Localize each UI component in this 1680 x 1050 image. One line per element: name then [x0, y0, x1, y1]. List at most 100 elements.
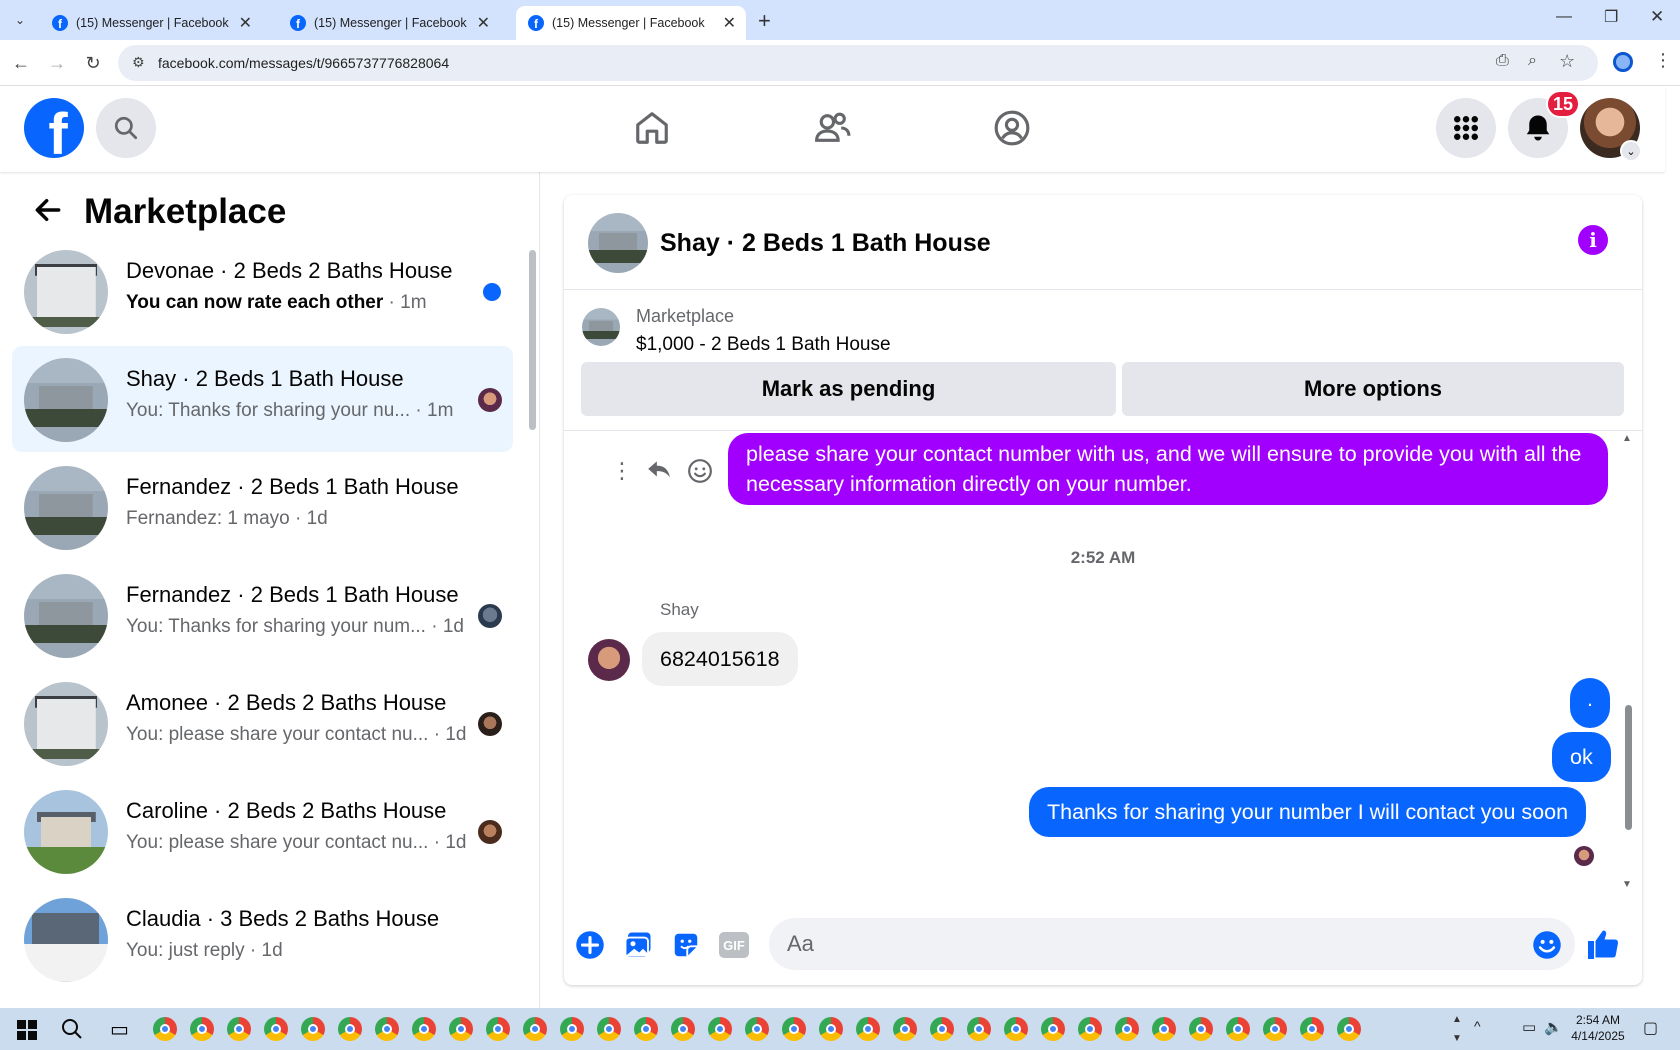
chrome-taskbar-icon[interactable] [893, 1017, 917, 1041]
start-icon[interactable] [17, 1020, 37, 1040]
message-input[interactable] [769, 918, 1575, 970]
mark-as-pending-button[interactable]: Mark as pending [581, 362, 1116, 416]
sidebar-scrollbar[interactable] [529, 250, 536, 430]
install-icon[interactable]: ⎙ [1496, 52, 1509, 70]
tab-search-icon[interactable]: ⌄ [8, 8, 32, 32]
chrome-taskbar-icon[interactable] [523, 1017, 547, 1041]
chrome-taskbar-icon[interactable] [782, 1017, 806, 1041]
conversation-item[interactable]: Caroline · 2 Beds 2 Baths House You: ple… [12, 778, 513, 884]
chrome-taskbar-icon[interactable] [153, 1017, 177, 1041]
conversation-item[interactable]: Amonee · 2 Beds 2 Baths House You: pleas… [12, 670, 513, 776]
plus-icon[interactable] [575, 930, 605, 960]
chrome-taskbar-icon[interactable] [1041, 1017, 1065, 1041]
chrome-taskbar-icon[interactable] [819, 1017, 843, 1041]
forward-icon[interactable]: → [44, 50, 70, 76]
tray-network-icon[interactable]: ▭ [1522, 1018, 1536, 1036]
chrome-taskbar-icon[interactable] [1300, 1017, 1324, 1041]
browser-menu-icon[interactable]: ⋮ [1654, 50, 1672, 71]
chrome-taskbar-icon[interactable] [375, 1017, 399, 1041]
more-actions-icon[interactable]: ⋮ [611, 458, 633, 484]
account-chevron-icon[interactable]: ⌄ [1620, 140, 1642, 162]
message-bubble-outgoing[interactable]: Thanks for sharing your number I will co… [1029, 787, 1587, 837]
chrome-taskbar-icon[interactable] [1189, 1017, 1213, 1041]
chat-title[interactable]: Shay · 2 Beds 1 Bath House [660, 229, 991, 258]
site-info-icon[interactable]: ⚙ [132, 54, 145, 71]
chrome-taskbar-icon[interactable] [1226, 1017, 1250, 1041]
photo-icon[interactable] [623, 930, 653, 960]
chrome-taskbar-icon[interactable] [1004, 1017, 1028, 1041]
close-window-icon[interactable]: ✕ [1650, 7, 1664, 27]
chrome-taskbar-icon[interactable] [560, 1017, 584, 1041]
maximize-icon[interactable]: ❐ [1604, 7, 1618, 27]
reply-icon[interactable] [646, 458, 672, 487]
chrome-taskbar-icon[interactable] [671, 1017, 695, 1041]
chrome-taskbar-icon[interactable] [930, 1017, 954, 1041]
scroll-down-arrow-icon[interactable]: ▼ [1622, 879, 1632, 890]
taskbar-search-icon[interactable] [60, 1017, 84, 1046]
browser-tab-3[interactable]: f (15) Messenger | Facebook ✕ [516, 6, 746, 40]
browser-tab-1[interactable]: f (15) Messenger | Facebook ✕ [40, 6, 262, 40]
chrome-taskbar-icon[interactable] [338, 1017, 362, 1041]
info-icon[interactable]: i [1578, 225, 1608, 255]
profile-extension-icon[interactable] [1613, 52, 1633, 72]
conversation-item[interactable]: Devonae · 2 Beds 2 Baths House You can n… [12, 238, 513, 344]
chrome-taskbar-icon[interactable] [634, 1017, 658, 1041]
chrome-taskbar-icon[interactable] [486, 1017, 510, 1041]
chrome-taskbar-icon[interactable] [449, 1017, 473, 1041]
friends-nav[interactable] [802, 100, 862, 156]
notification-center-icon[interactable]: ▢ [1643, 1018, 1658, 1038]
sender-avatar[interactable] [588, 639, 630, 681]
react-icon[interactable] [687, 458, 713, 489]
chrome-taskbar-icon[interactable] [301, 1017, 325, 1041]
tab-close-icon[interactable]: ✕ [239, 13, 252, 33]
chrome-taskbar-icon[interactable] [190, 1017, 214, 1041]
tab-close-icon[interactable]: ✕ [477, 13, 490, 33]
tray-volume-icon[interactable]: 🔈 [1544, 1018, 1563, 1036]
chrome-taskbar-icon[interactable] [1115, 1017, 1139, 1041]
conversation-item[interactable]: Fernandez · 2 Beds 1 Bath House Fernande… [12, 454, 513, 560]
chrome-taskbar-icon[interactable] [745, 1017, 769, 1041]
message-bubble-incoming[interactable]: 6824015618 [642, 632, 798, 686]
zoom-icon[interactable]: ⌕ [1528, 52, 1537, 70]
gif-icon[interactable]: GIF [719, 930, 749, 960]
home-nav[interactable] [622, 100, 682, 156]
conversation-item[interactable]: Claudia · 3 Beds 2 Baths House You: just… [12, 886, 513, 992]
chrome-taskbar-icon[interactable] [1078, 1017, 1102, 1041]
conversation-item[interactable]: Fernandez · 2 Beds 1 Bath House You: Tha… [12, 562, 513, 668]
chrome-taskbar-icon[interactable] [412, 1017, 436, 1041]
facebook-logo-icon[interactable]: f [24, 98, 84, 158]
tray-chevron-icon[interactable]: ^ [1474, 1018, 1481, 1034]
message-bubble-outgoing[interactable]: ok [1552, 732, 1611, 782]
search-button[interactable] [96, 98, 156, 158]
back-arrow-icon[interactable] [32, 194, 64, 231]
like-icon[interactable] [1585, 926, 1621, 967]
browser-tab-2[interactable]: f (15) Messenger | Facebook ✕ [278, 6, 500, 40]
back-icon[interactable]: ← [8, 50, 34, 76]
conversation-item[interactable]: Shay · 2 Beds 1 Bath House You: Thanks f… [12, 346, 513, 452]
message-bubble-outgoing[interactable]: please share your contact number with us… [728, 433, 1608, 505]
chrome-taskbar-icon[interactable] [967, 1017, 991, 1041]
bookmark-star-icon[interactable]: ☆ [1559, 51, 1575, 72]
sticker-icon[interactable] [671, 930, 701, 960]
emoji-icon[interactable] [1532, 930, 1562, 965]
chrome-taskbar-icon[interactable] [597, 1017, 621, 1041]
scroll-up-arrow-icon[interactable]: ▲ [1622, 433, 1632, 444]
chrome-taskbar-icon[interactable] [856, 1017, 880, 1041]
profile-nav[interactable] [982, 100, 1042, 156]
chat-listing-avatar[interactable] [588, 213, 648, 273]
new-tab-icon[interactable]: + [758, 8, 771, 34]
chat-scrollbar[interactable] [1625, 705, 1632, 830]
message-bubble-outgoing[interactable]: . [1570, 678, 1610, 728]
taskbar-overflow-icon[interactable]: ▲ ▼ [1452, 1010, 1462, 1048]
more-options-button[interactable]: More options [1122, 362, 1624, 416]
listing-detail[interactable]: $1,000 - 2 Beds 1 Bath House [636, 334, 891, 356]
task-view-icon[interactable]: ▭ [110, 1017, 129, 1042]
menu-button[interactable] [1436, 98, 1496, 158]
chrome-taskbar-icon[interactable] [227, 1017, 251, 1041]
minimize-icon[interactable]: — [1556, 8, 1572, 26]
chrome-taskbar-icon[interactable] [1152, 1017, 1176, 1041]
chrome-taskbar-icon[interactable] [708, 1017, 732, 1041]
chrome-taskbar-icon[interactable] [264, 1017, 288, 1041]
chrome-taskbar-icon[interactable] [1337, 1017, 1361, 1041]
address-bar[interactable]: ⚙ facebook.com/messages/t/96657377768280… [118, 45, 1598, 81]
